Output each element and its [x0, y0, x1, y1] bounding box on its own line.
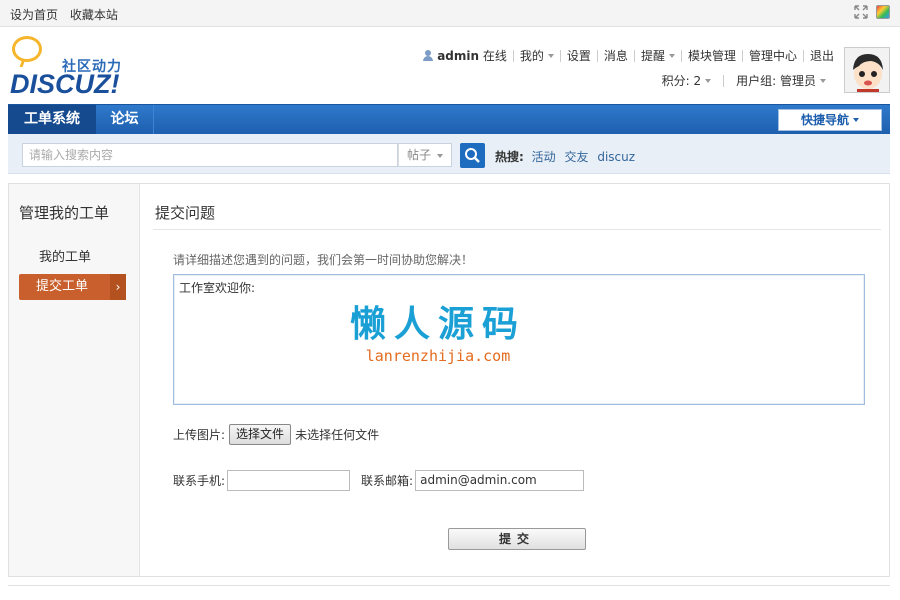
search-input[interactable]: 请输入搜索内容 — [22, 143, 398, 167]
color-scheme-icon[interactable] — [876, 5, 890, 19]
editor-text: 工作室欢迎你: — [179, 281, 256, 295]
logout-link[interactable]: 退出 — [802, 50, 840, 62]
tab-forum[interactable]: 论坛 — [96, 105, 154, 134]
contact-row: 联系手机: 联系邮箱: admin@admin.com — [173, 470, 585, 491]
file-status: 未选择任何文件 — [295, 428, 380, 442]
top-toolbar: 设为首页 收藏本站 — [0, 0, 900, 27]
points-label: 积分: 2 — [661, 74, 702, 88]
footer-divider — [8, 585, 890, 586]
mine-label: 我的 — [519, 49, 544, 63]
upload-label: 上传图片: — [173, 428, 226, 442]
watermark-en: lanrenzhijia.com — [365, 347, 511, 365]
avatar[interactable] — [844, 47, 890, 93]
chevron-down-icon — [547, 54, 554, 58]
reminders-label: 提醒 — [640, 49, 665, 63]
content-area: 提交问题 请详细描述您遇到的问题，我们会第一时间协助您解决！ 工作室欢迎你: 懒… — [141, 184, 889, 576]
form-hint: 请详细描述您遇到的问题，我们会第一时间协助您解决！ — [173, 253, 474, 267]
mine-menu[interactable]: 我的 — [512, 49, 560, 63]
points-menu[interactable]: 积分: 2 — [650, 75, 724, 87]
logo-bubble-icon — [12, 36, 42, 62]
tab-ticket-system[interactable]: 工单系统 — [8, 105, 96, 134]
description-textarea[interactable]: 工作室欢迎你: 懒人源码 lanrenzhijia.com — [173, 274, 865, 405]
quick-nav-label: 快捷导航 — [800, 113, 849, 127]
user-status: admin 在线 — [417, 50, 513, 62]
top-right-icons — [854, 5, 890, 19]
user-nav: admin 在线 我的 设置 消息 提醒 模块管理 管理中心 退出 — [417, 50, 840, 62]
hot-word-link[interactable]: 交友 — [564, 150, 588, 164]
upload-row: 上传图片: 选择文件 未选择任何文件 — [173, 424, 379, 445]
search-bar: 请输入搜索内容 帖子 热搜: 活动 交友 discuz — [8, 134, 890, 174]
submit-button[interactable]: 提交 — [448, 528, 586, 550]
user-info: 积分: 2 用户组: 管理员 — [650, 75, 838, 87]
usergroup-label: 用户组: 管理员 — [736, 74, 816, 88]
site-logo[interactable]: 社区动力 DISCUZ! — [10, 36, 130, 99]
search-button[interactable] — [460, 143, 485, 168]
choose-file-button[interactable]: 选择文件 — [229, 424, 292, 445]
reminders-menu[interactable]: 提醒 — [633, 49, 681, 63]
chevron-down-icon — [820, 79, 826, 83]
bookmark-link[interactable]: 收藏本站 — [70, 8, 118, 22]
hot-word-link[interactable]: discuz — [597, 150, 635, 164]
usergroup-menu[interactable]: 用户组: 管理员 — [724, 75, 838, 87]
hot-search-label: 热搜: — [495, 150, 524, 164]
sidebar-item-submit-ticket[interactable]: 提交工单 › — [19, 274, 126, 300]
sidebar: 管理我的工单 我的工单 提交工单 › — [9, 184, 140, 576]
watermark-cn: 懒人源码 — [349, 304, 526, 345]
hot-word-link[interactable]: 活动 — [532, 150, 556, 164]
search-type-select[interactable]: 帖子 — [398, 143, 452, 167]
chevron-down-icon — [437, 154, 443, 158]
settings-link[interactable]: 设置 — [559, 50, 597, 62]
phone-label: 联系手机: — [173, 474, 226, 488]
sidebar-item-my-tickets[interactable]: 我的工单 — [39, 246, 91, 265]
chevron-down-icon — [668, 54, 675, 58]
set-homepage-link[interactable]: 设为首页 — [10, 8, 58, 22]
search-icon — [465, 148, 480, 163]
top-links: 设为首页 收藏本站 — [10, 6, 126, 23]
watermark-image: 懒人源码 lanrenzhijia.com — [348, 305, 528, 367]
email-field[interactable]: admin@admin.com — [415, 470, 585, 491]
chevron-down-icon — [705, 79, 712, 83]
quick-nav-button[interactable]: 快捷导航 — [778, 109, 882, 131]
logo-brand: DISCUZ! — [10, 69, 120, 99]
module-manage-link[interactable]: 模块管理 — [680, 50, 742, 62]
main-nav: 工单系统 论坛 快捷导航 — [8, 104, 890, 134]
online-status[interactable]: 在线 — [483, 49, 507, 63]
sidebar-item-label: 提交工单 — [36, 279, 89, 294]
email-label: 联系邮箱: — [361, 474, 414, 488]
page-title: 提交问题 — [155, 204, 216, 222]
sidebar-title: 管理我的工单 — [19, 204, 110, 222]
hot-searches: 热搜: 活动 交友 discuz — [495, 148, 640, 165]
user-icon — [423, 50, 434, 61]
phone-field[interactable] — [227, 470, 351, 491]
chevron-right-icon: › — [110, 274, 126, 300]
admin-center-link[interactable]: 管理中心 — [741, 50, 803, 62]
messages-link[interactable]: 消息 — [596, 50, 634, 62]
chevron-down-icon — [853, 118, 859, 122]
main-panel: 管理我的工单 我的工单 提交工单 › 提交问题 请详细描述您遇到的问题，我们会第… — [8, 183, 890, 577]
expand-icon[interactable] — [854, 5, 868, 19]
search-type-label: 帖子 — [407, 148, 432, 162]
divider — [153, 229, 881, 230]
username-link[interactable]: admin — [437, 49, 479, 63]
